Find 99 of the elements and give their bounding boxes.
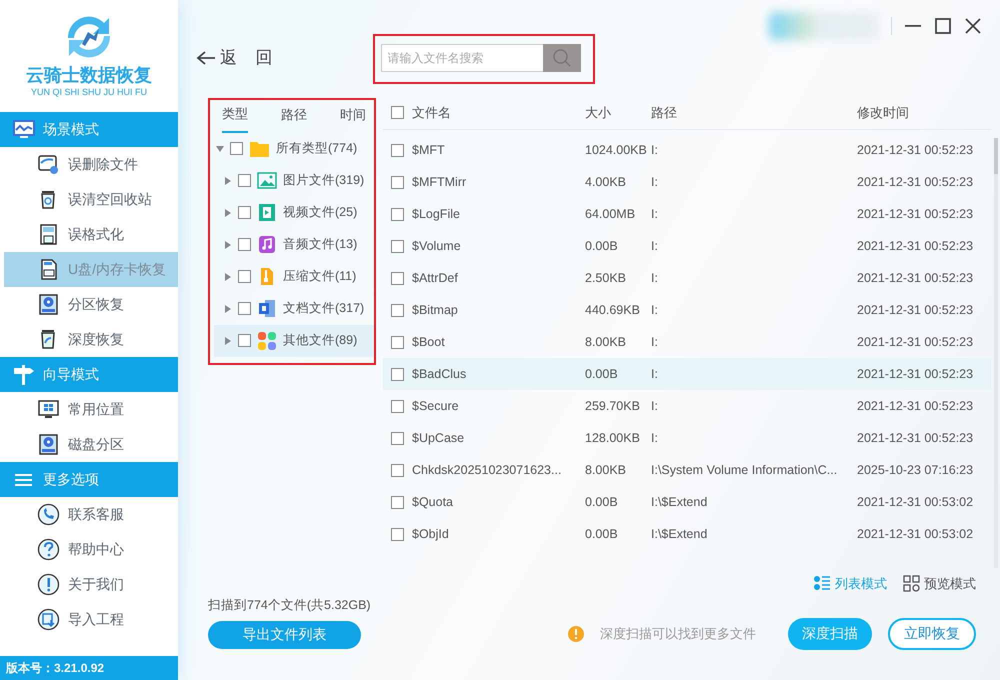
filter-tab[interactable]: 时间 <box>340 100 366 132</box>
tree-item[interactable]: 所有类型(774) <box>214 132 374 164</box>
folder-icon <box>249 139 270 158</box>
tree-item[interactable]: 视频文件(25) <box>214 196 374 228</box>
checkbox[interactable] <box>391 240 404 252</box>
phone-icon <box>37 503 60 526</box>
column-header: 大小 <box>585 104 611 120</box>
search-icon <box>552 48 572 68</box>
sidebar-item[interactable]: 误清空回收站 <box>4 182 178 217</box>
tree-item[interactable]: 音频文件(13) <box>214 228 374 260</box>
table-row[interactable]: $Quota 0.00B I:\$Extend 2021-12-31 00:53:02 <box>383 486 991 518</box>
list-view-icon <box>814 575 831 592</box>
exclamation-icon <box>37 573 60 596</box>
search-field[interactable]: 请输入文件名搜索 <box>380 44 543 72</box>
app-subtitle: YUN QI SHI SHU JU HUI FU <box>30 86 147 99</box>
table-row[interactable]: $MFT 1024.00KB I: 2021-12-31 00:52:23 <box>383 134 991 166</box>
sidebar-item[interactable]: 帮助中心 <box>4 532 178 567</box>
tiles-icon <box>257 331 277 350</box>
tree-item[interactable]: 图片文件(319) <box>214 164 374 196</box>
expander-icon[interactable] <box>224 240 232 248</box>
signpost-icon <box>12 363 35 386</box>
sidebar-item[interactable]: 导入工程 <box>4 602 178 637</box>
monitor-icon <box>12 118 35 141</box>
checkbox[interactable] <box>238 334 251 347</box>
checkbox[interactable] <box>391 432 404 444</box>
checkbox[interactable] <box>391 208 404 220</box>
section-title: 场景模式 <box>43 120 99 139</box>
checkbox[interactable] <box>391 336 404 348</box>
section-title: 向导模式 <box>43 365 99 384</box>
film-icon <box>257 203 277 222</box>
sidebar-item[interactable]: 常用位置 <box>4 392 178 427</box>
checkbox[interactable] <box>391 176 404 188</box>
checkbox[interactable] <box>391 496 404 508</box>
back-button[interactable]: 返 回 <box>196 45 273 71</box>
column-header: 修改时间 <box>857 104 909 120</box>
tree-item[interactable]: 压缩文件(11) <box>214 260 374 292</box>
table-row[interactable]: $Bitmap 440.69KB I: 2021-12-31 00:52:23 <box>383 294 991 326</box>
image-icon <box>257 171 277 190</box>
table-row[interactable]: $LogFile 64.00MB I: 2021-12-31 00:52:23 <box>383 198 991 230</box>
checkbox[interactable] <box>391 272 404 284</box>
table-row[interactable]: $ObjId 0.00B I:\$Extend 2021-12-31 00:53:02 <box>383 518 991 550</box>
app-title: 云骑士数据恢复 <box>26 66 152 86</box>
table-row[interactable]: $Volume 0.00B I: 2021-12-31 00:52:23 <box>383 230 991 262</box>
version-label: 版本号：3.21.0.92 <box>0 656 178 680</box>
hint-text: 深度扫描可以找到更多文件 <box>600 624 756 643</box>
checkbox[interactable] <box>391 368 404 380</box>
grid-view-icon <box>903 575 920 592</box>
file-delete-icon <box>37 153 60 176</box>
sidebar-item[interactable]: 误格式化 <box>4 217 178 252</box>
scan-summary: 扫描到774个文件(共5.32GB) <box>208 597 372 614</box>
filter-tab[interactable]: 路径 <box>281 100 307 132</box>
back-arrow-icon <box>196 50 216 66</box>
table-row[interactable]: Chkdsk20251023071623... 8.00KB I:\System Volume Information\C... 2025-10-23 07:16:23 <box>383 454 991 486</box>
document-icon <box>257 299 277 318</box>
checkbox[interactable] <box>391 400 404 412</box>
table-row[interactable]: $Boot 8.00KB I: 2021-12-31 00:52:23 <box>383 326 991 358</box>
filter-tab[interactable]: 类型 <box>222 100 248 132</box>
checkbox[interactable] <box>391 304 404 316</box>
checkbox[interactable] <box>238 302 251 315</box>
sidebar-item[interactable]: 关于我们 <box>4 567 178 602</box>
expander-icon[interactable] <box>224 208 232 216</box>
music-icon <box>257 235 277 254</box>
table-row[interactable]: $Secure 259.70KB I: 2021-12-31 00:52:23 <box>383 390 991 422</box>
table-row[interactable]: $UpCase 128.00KB I: 2021-12-31 00:52:23 <box>383 422 991 454</box>
checkbox[interactable] <box>391 528 404 540</box>
column-header: 文件名 <box>412 104 451 122</box>
checkbox[interactable] <box>238 270 251 283</box>
expander-icon[interactable] <box>216 144 224 152</box>
expander-icon[interactable] <box>224 272 232 280</box>
help-icon <box>37 538 60 561</box>
table-row[interactable]: $AttrDef 2.50KB I: 2021-12-31 00:52:23 <box>383 262 991 294</box>
maximize-icon[interactable] <box>934 17 952 35</box>
sidebar-item[interactable]: 联系客服 <box>4 497 178 532</box>
sidebar-item[interactable]: 深度恢复 <box>4 322 178 357</box>
column-header: 路径 <box>651 104 677 120</box>
section-title: 更多选项 <box>43 470 99 489</box>
tree-item[interactable]: 文档文件(317) <box>214 292 374 324</box>
recover-button[interactable]: 立即恢复 <box>888 618 976 650</box>
table-row[interactable]: $BadClus 0.00B I: 2021-12-31 00:52:23 <box>383 358 991 390</box>
table-row[interactable]: $MFTMirr 4.00KB I: 2021-12-31 00:52:23 <box>383 166 991 198</box>
checkbox[interactable] <box>391 464 404 476</box>
checkbox[interactable] <box>230 142 243 155</box>
sidebar-item[interactable]: 磁盘分区 <box>4 427 178 462</box>
sidebar-item[interactable]: 误删除文件 <box>4 147 178 182</box>
checkbox[interactable] <box>391 144 404 156</box>
tree-item[interactable]: 其他文件(89) <box>214 324 374 356</box>
expander-icon[interactable] <box>224 304 232 312</box>
checkbox[interactable] <box>238 206 251 219</box>
windows-monitor-icon <box>37 398 60 421</box>
sidebar-item[interactable]: 分区恢复 <box>4 287 178 322</box>
checkbox[interactable] <box>238 238 251 251</box>
warning-icon <box>568 626 584 642</box>
import-icon <box>37 608 60 631</box>
expander-icon[interactable] <box>224 176 232 184</box>
view-mode-tab[interactable]: 预览模式 <box>903 574 976 594</box>
checkbox[interactable] <box>391 106 404 119</box>
expander-icon[interactable] <box>224 336 232 344</box>
close-icon[interactable] <box>964 17 982 35</box>
checkbox[interactable] <box>238 174 251 187</box>
